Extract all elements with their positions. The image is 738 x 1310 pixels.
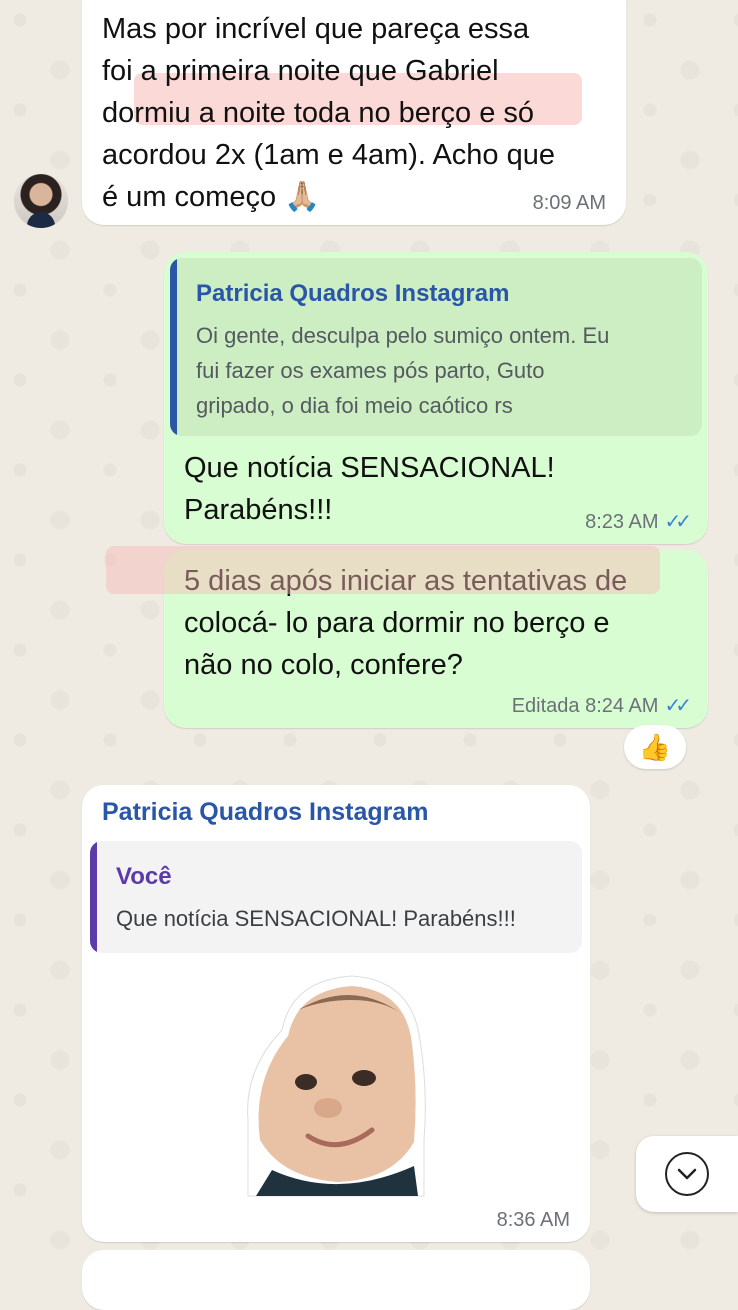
quote-text: Que notícia SENSACIONAL! Parabéns!!!: [116, 906, 516, 931]
message-timestamp: 8:23 AM ✓✓: [585, 509, 692, 534]
incoming-message-bubble[interactable]: Mas por incrível que pareça essa foi a p…: [82, 0, 626, 225]
quote-line: Oi gente, desculpa pelo sumiço ontem. Eu: [196, 323, 610, 348]
quote-author: Patricia Quadros Instagram: [196, 280, 510, 307]
reaction-badge[interactable]: 👍: [624, 725, 686, 769]
timestamp-text: 8:23 AM: [585, 511, 659, 533]
quote-line: gripado, o dia foi meio caótico rs: [196, 393, 513, 418]
quote-bar: [90, 841, 97, 953]
chevron-down-circle-icon: [665, 1152, 709, 1196]
read-ticks-icon: ✓✓: [664, 511, 691, 533]
message-line: foi a primeira noite que Gabriel: [102, 55, 499, 87]
quote-bar: [170, 258, 177, 436]
quoted-message[interactable]: Você Que notícia SENSACIONAL! Parabéns!!…: [90, 841, 582, 953]
message-timestamp: 8:09 AM: [532, 192, 606, 214]
sender-avatar[interactable]: [14, 174, 68, 228]
message-line: Que notícia SENSACIONAL!: [184, 452, 555, 484]
scroll-to-bottom-button[interactable]: [636, 1136, 738, 1212]
quoted-message[interactable]: Patricia Quadros Instagram Oi gente, des…: [170, 258, 702, 436]
message-line: Mas por incrível que pareça essa: [102, 13, 530, 45]
baby-face-sticker[interactable]: [242, 970, 430, 1198]
message-timestamp: 8:36 AM: [496, 1209, 570, 1231]
message-line: acordou 2x (1am e 4am). Acho que: [102, 139, 555, 171]
quote-line: fui fazer os exames pós parto, Guto: [196, 358, 545, 383]
incoming-message-bubble-partial[interactable]: [82, 1250, 590, 1310]
thumbs-up-icon: 👍: [638, 731, 672, 762]
quote-text: Oi gente, desculpa pelo sumiço ontem. Eu…: [196, 318, 696, 423]
sender-name[interactable]: Patricia Quadros Instagram: [102, 798, 429, 827]
message-line: não no colo, confere?: [184, 649, 463, 681]
message-text: Mas por incrível que pareça essa foi a p…: [102, 8, 622, 218]
message-timestamp: Editada 8:24 AM ✓✓: [511, 693, 692, 718]
message-line: colocá- lo para dormir no berço e: [184, 607, 610, 639]
timestamp-text: Editada 8:24 AM: [511, 695, 659, 717]
message-line: dormiu a noite toda no berço e só: [102, 97, 535, 129]
quote-author: Você: [116, 863, 172, 890]
highlight-mark: [106, 546, 660, 594]
read-ticks-icon: ✓✓: [664, 695, 691, 717]
outgoing-message-bubble[interactable]: Patricia Quadros Instagram Oi gente, des…: [164, 252, 708, 544]
